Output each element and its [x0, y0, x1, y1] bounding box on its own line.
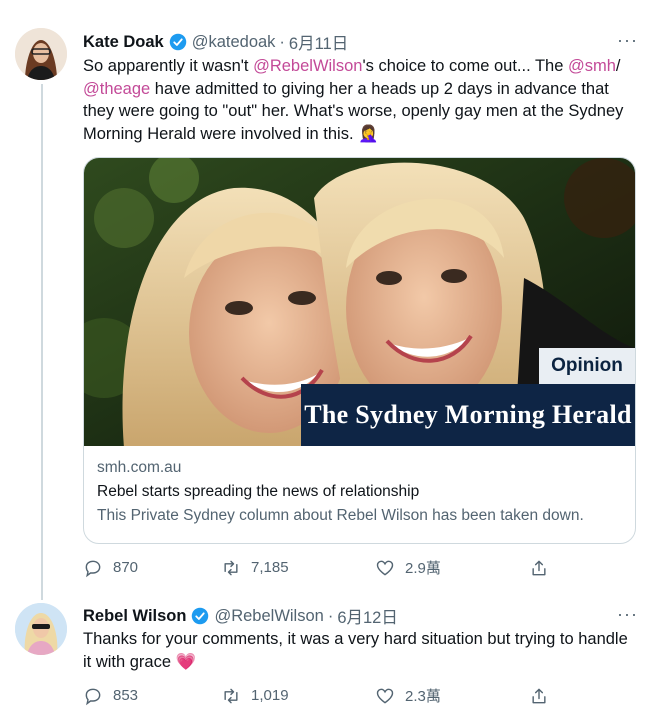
retweet-count: 1,019 — [251, 687, 289, 704]
separator-dot: · — [327, 606, 334, 625]
tweet-header: Rebel Wilson @RebelWilson · 6月12日 — [83, 604, 398, 628]
avatar[interactable] — [15, 28, 67, 80]
retweet-button[interactable]: 7,185 — [221, 557, 375, 578]
text-line: Morning Herald were involved in this. — [83, 124, 354, 143]
retweet-icon — [224, 688, 238, 703]
heart-icon — [376, 560, 394, 576]
retweet-count: 7,185 — [251, 559, 289, 576]
article-photo: Opinion The Sydney Morning Herald — [84, 158, 635, 446]
smh-masthead-logo: The Sydney Morning Herald — [301, 384, 635, 446]
card-title: Rebel starts spreading the news of relat… — [97, 483, 420, 500]
share-button[interactable] — [529, 557, 559, 578]
text-line: Thanks for your comments, it was a very … — [83, 630, 628, 648]
card-domain: smh.com.au — [97, 459, 182, 476]
reply-count: 870 — [113, 559, 139, 576]
tweet-actions: 870 7,185 2.9萬 — [83, 557, 559, 578]
separator-dot: · — [279, 32, 285, 51]
verified-badge-icon — [169, 33, 186, 51]
text-segment: have admitted to giving her a heads up 2… — [150, 79, 609, 98]
heart-emoji: 💗 — [175, 652, 197, 671]
card-description: This Private Sydney column about Rebel W… — [97, 507, 584, 524]
reply-icon — [85, 688, 101, 705]
like-count: 2.9萬 — [405, 560, 441, 577]
tweet-text: Thanks for your comments, it was a very … — [83, 628, 628, 673]
like-count: 2.3萬 — [405, 688, 441, 705]
like-button[interactable]: 2.9萬 — [375, 557, 529, 578]
reply-count: 853 — [113, 687, 139, 704]
reply-button[interactable]: 853 — [83, 685, 221, 706]
share-button[interactable] — [529, 685, 559, 706]
reply-button[interactable]: 870 — [83, 557, 221, 578]
mention-link[interactable]: @smh — [568, 57, 616, 75]
author-handle[interactable]: @RebelWilson — [214, 607, 323, 626]
author-name[interactable]: Kate Doak — [83, 33, 164, 52]
text-segment: / — [615, 57, 621, 75]
share-icon — [532, 560, 546, 575]
retweet-icon — [224, 560, 238, 575]
mention-link[interactable]: @RebelWilson — [253, 57, 362, 75]
link-preview-card[interactable]: Opinion The Sydney Morning Herald smh.co… — [83, 157, 636, 544]
reply-icon — [85, 560, 101, 577]
facepalm-emoji: 🤦‍♀️ — [358, 124, 379, 143]
avatar[interactable] — [15, 603, 67, 655]
retweet-button[interactable]: 1,019 — [221, 685, 375, 706]
card-info: smh.com.au Rebel starts spreading the ne… — [97, 456, 584, 528]
tweet-header: Kate Doak @katedoak · 6月11日 — [83, 30, 348, 54]
text-segment: So apparently it wasn't — [83, 57, 254, 75]
text-line: they were going to "out" her. What's wor… — [83, 102, 624, 120]
text-segment: 's choice to come out... The — [362, 57, 568, 75]
tweet-date[interactable]: 6月11日 — [289, 30, 348, 54]
like-button[interactable]: 2.3萬 — [375, 685, 529, 706]
more-options-icon[interactable]: ··· — [617, 30, 638, 51]
heart-icon — [376, 688, 394, 704]
more-options-icon[interactable]: ··· — [617, 604, 638, 625]
tweet-actions: 853 1,019 2.3萬 — [83, 685, 559, 706]
text-line: it with grace — [83, 652, 172, 671]
verified-badge-icon — [192, 607, 209, 625]
author-name[interactable]: Rebel Wilson — [83, 607, 186, 626]
tweet-date[interactable]: 6月12日 — [337, 604, 398, 628]
opinion-badge: Opinion — [539, 348, 635, 384]
share-icon — [532, 688, 546, 703]
thread-connector-line — [41, 84, 43, 600]
tweet-text: So apparently it wasn't @RebelWilson's c… — [83, 55, 623, 145]
mention-link[interactable]: @theage — [83, 80, 150, 98]
author-handle[interactable]: @katedoak — [192, 33, 276, 52]
